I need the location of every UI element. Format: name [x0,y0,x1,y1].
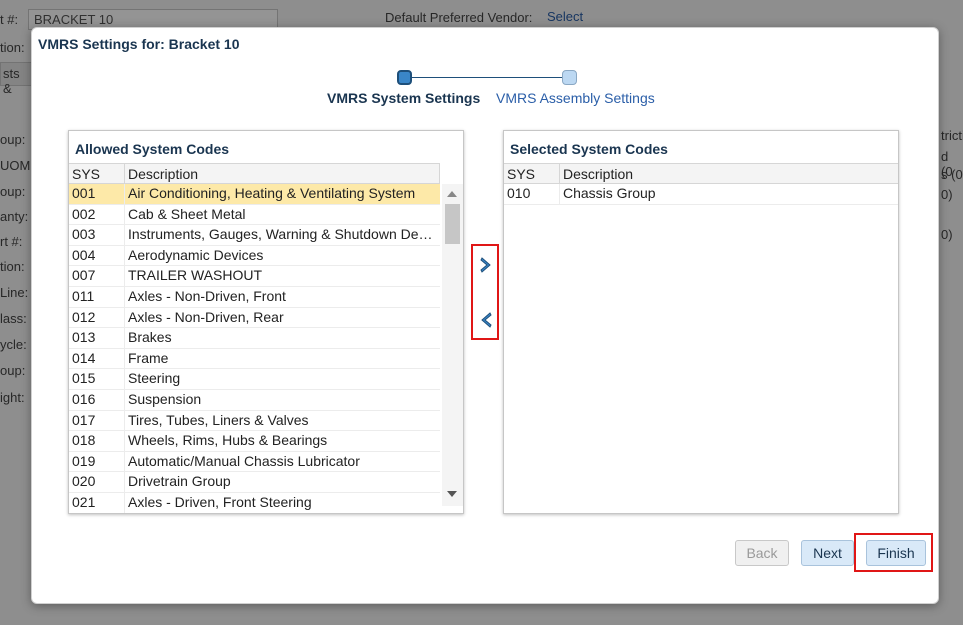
cell-sys: 007 [69,266,125,286]
allowed-codes-title: Allowed System Codes [75,141,230,157]
table-row[interactable]: 016 Suspension [69,389,440,411]
cell-sys: 018 [69,431,125,451]
cell-sys: 002 [69,204,125,225]
cell-sys: 011 [69,286,125,307]
cell-sys: 004 [69,245,125,266]
cell-sys: 014 [69,348,125,369]
cell-description: Cab & Sheet Metal [128,205,246,222]
allowed-codes-panel: Allowed System Codes SYS Description 001… [68,130,464,514]
table-row[interactable]: 021 Axles - Driven, Front Steering [69,492,440,513]
table-row[interactable]: 019 Automatic/Manual Chassis Lubricator [69,451,440,473]
cell-description: Axles - Driven, Front Steering [128,493,312,510]
column-header-sys[interactable]: SYS [69,164,125,183]
cell-sys: 020 [69,472,125,492]
cell-sys: 010 [504,184,560,204]
cell-description: Suspension [128,390,202,407]
back-button[interactable]: Back [735,540,789,566]
cell-description: Air Conditioning, Heating & Ventilating … [128,185,416,201]
cell-description: Chassis Group [563,185,656,201]
table-row[interactable]: 010 Chassis Group [504,184,898,205]
cell-sys: 017 [69,410,125,431]
column-header-sys[interactable]: SYS [504,164,560,183]
table-row[interactable]: 001 Air Conditioning, Heating & Ventilati… [69,184,440,205]
move-right-button[interactable] [478,257,494,273]
cell-description: Aerodynamic Devices [128,246,264,263]
cell-sys: 015 [69,369,125,389]
selected-codes-title: Selected System Codes [510,141,668,157]
cell-description: Instruments, Gauges, Warning & Shutdown … [128,226,440,243]
cell-description: Tires, Tubes, Liners & Valves [128,411,309,428]
table-row[interactable]: 002 Cab & Sheet Metal [69,204,440,226]
table-row[interactable]: 018 Wheels, Rims, Hubs & Bearings [69,431,440,452]
wizard-step-2-indicator[interactable] [562,70,577,85]
next-button[interactable]: Next [801,540,854,566]
wizard-step-connector [412,77,562,78]
cell-sys: 013 [69,328,125,348]
cell-sys: 001 [69,184,125,204]
table-row[interactable]: 011 Axles - Non-Driven, Front [69,286,440,308]
cell-sys: 016 [69,389,125,410]
selected-codes-panel: Selected System Codes SYS Description 01… [503,130,899,514]
cell-description: Axles - Non-Driven, Front [128,287,286,304]
table-row[interactable]: 004 Aerodynamic Devices [69,245,440,267]
cell-description: Steering [128,370,181,387]
vmrs-settings-dialog: VMRS Settings for: Bracket 10 VMRS Syste… [31,27,939,604]
cell-description: Frame [128,349,169,366]
finish-button[interactable]: Finish [866,540,926,566]
cell-description: Wheels, Rims, Hubs & Bearings [128,432,328,449]
cell-sys: 012 [69,307,125,328]
allowed-grid-body: 001 Air Conditioning, Heating & Ventilati… [69,184,440,513]
table-row[interactable]: 020 Drivetrain Group [69,472,440,493]
table-row[interactable]: 017 Tires, Tubes, Liners & Valves [69,410,440,432]
cell-description: Axles - Non-Driven, Rear [128,308,284,325]
scroll-down-arrow-icon[interactable] [447,491,457,497]
table-row[interactable]: 014 Frame [69,348,440,370]
wizard-step-assembly-settings[interactable]: VMRS Assembly Settings [496,90,655,106]
move-left-button[interactable] [478,312,494,328]
selected-grid-body: 010 Chassis Group [504,184,898,513]
cell-description: Automatic/Manual Chassis Lubricator [128,452,360,469]
scroll-thumb[interactable] [445,204,460,244]
wizard-step-1-indicator [397,70,412,85]
chevron-left-icon [481,312,492,328]
table-row[interactable]: 013 Brakes [69,328,440,349]
column-header-description[interactable]: Description [560,164,898,183]
cell-sys: 019 [69,451,125,472]
scroll-up-arrow-icon[interactable] [447,191,457,197]
table-row[interactable]: 007 TRAILER WASHOUT [69,266,440,287]
column-header-description[interactable]: Description [125,164,440,183]
cell-description: Drivetrain Group [128,473,231,490]
cell-description: TRAILER WASHOUT [128,267,263,284]
chevron-right-icon [480,257,491,273]
allowed-grid-header: SYS Description [69,163,440,184]
cell-sys: 003 [69,225,125,245]
cell-sys: 021 [69,492,125,513]
table-row[interactable]: 003 Instruments, Gauges, Warning & Shutdo… [69,225,440,246]
selected-grid-header: SYS Description [504,163,898,184]
table-row[interactable]: 015 Steering [69,369,440,390]
table-row[interactable]: 012 Axles - Non-Driven, Rear [69,307,440,329]
cell-description: Brakes [128,329,172,346]
dialog-title: VMRS Settings for: Bracket 10 [38,36,240,52]
wizard-step-system-settings: VMRS System Settings [327,90,481,106]
move-buttons-highlight [471,244,499,340]
allowed-scrollbar[interactable] [442,184,463,506]
